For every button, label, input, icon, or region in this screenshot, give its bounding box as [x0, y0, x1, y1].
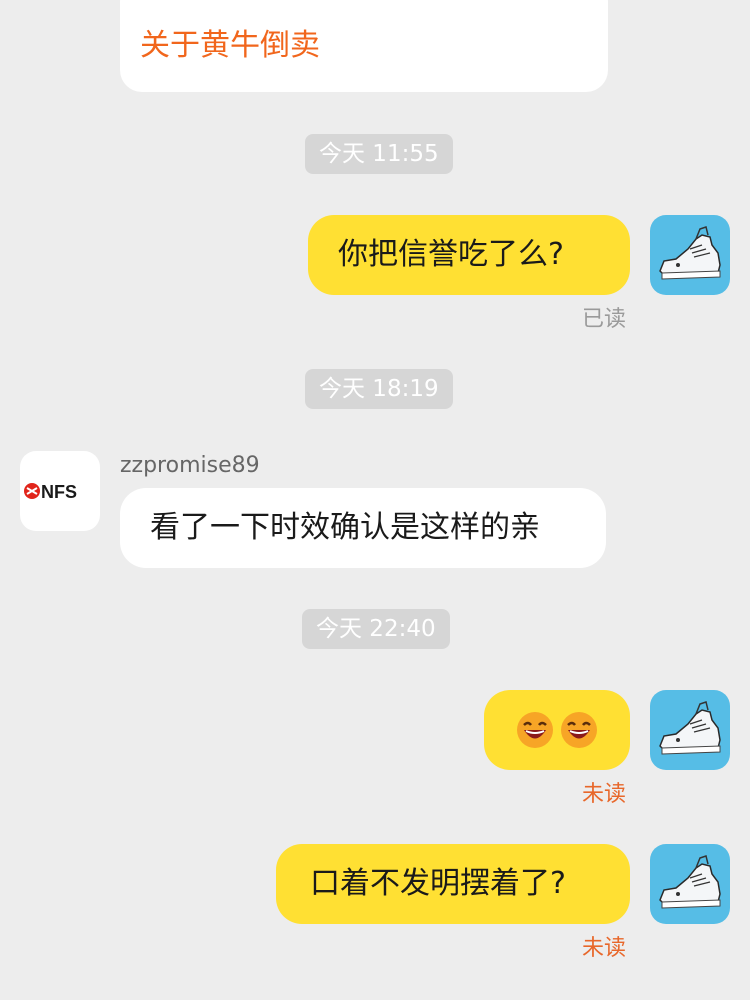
sneaker-icon [659, 855, 721, 909]
message-text: 看了一下时效确认是这样的亲 [150, 510, 540, 545]
top-message-card: 关于黄牛倒卖 [120, 0, 608, 92]
unread-status: 未读 [582, 936, 627, 961]
sneaker-icon [659, 226, 721, 280]
nfs-logo-icon: NFS [24, 482, 77, 502]
sender-name: zzpromise89 [120, 453, 260, 478]
message-text: 你把信誉吃了么? [338, 237, 564, 272]
my-message-bubble[interactable]: 口着不发明摆着了? [276, 844, 630, 924]
my-message-bubble[interactable]: 你把信誉吃了么? [308, 215, 630, 295]
laughing-face-icon [517, 712, 553, 748]
timestamp-pill: 今天 22:40 [302, 609, 450, 649]
read-status: 已读 [582, 307, 627, 332]
my-avatar[interactable] [650, 215, 730, 295]
laughing-face-icon [561, 712, 597, 748]
avatar-logo-text: NFS [41, 482, 77, 502]
my-emoji-bubble[interactable] [484, 690, 630, 770]
timestamp-pill: 今天 18:19 [305, 369, 453, 409]
my-avatar[interactable] [650, 844, 730, 924]
my-avatar[interactable] [650, 690, 730, 770]
message-text: 口着不发明摆着了? [310, 866, 566, 901]
their-message-bubble[interactable]: 看了一下时效确认是这样的亲 [120, 488, 606, 568]
scalper-resale-link[interactable]: 关于黄牛倒卖 [140, 26, 320, 66]
sneaker-icon [659, 701, 721, 755]
timestamp-pill: 今天 11:55 [305, 134, 453, 174]
sender-avatar[interactable]: NFS [20, 451, 100, 531]
unread-status: 未读 [582, 782, 627, 807]
